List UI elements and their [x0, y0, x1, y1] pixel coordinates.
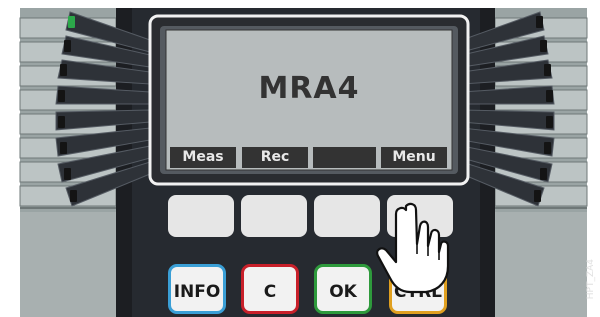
softkey-label-menu: Menu [381, 147, 447, 168]
device-illustration: MRA4 Meas Rec Menu INFO C OK CTRL HPT_ZA… [0, 0, 600, 317]
softkey-label-meas: Meas [170, 147, 236, 168]
softkey-button-3[interactable] [314, 195, 380, 237]
clear-key[interactable]: C [241, 264, 299, 314]
device-model-label: MRA4 [258, 71, 360, 106]
softkey-button-1[interactable] [168, 195, 234, 237]
drawing-code: HPT_ZA4 [586, 258, 596, 299]
info-key[interactable]: INFO [168, 264, 226, 314]
softkey-label-empty [313, 147, 376, 168]
softkey-button-2[interactable] [241, 195, 307, 237]
ok-key[interactable]: OK [314, 264, 372, 314]
softkey-label-rec: Rec [242, 147, 308, 168]
hand-pointer-icon [376, 202, 450, 294]
